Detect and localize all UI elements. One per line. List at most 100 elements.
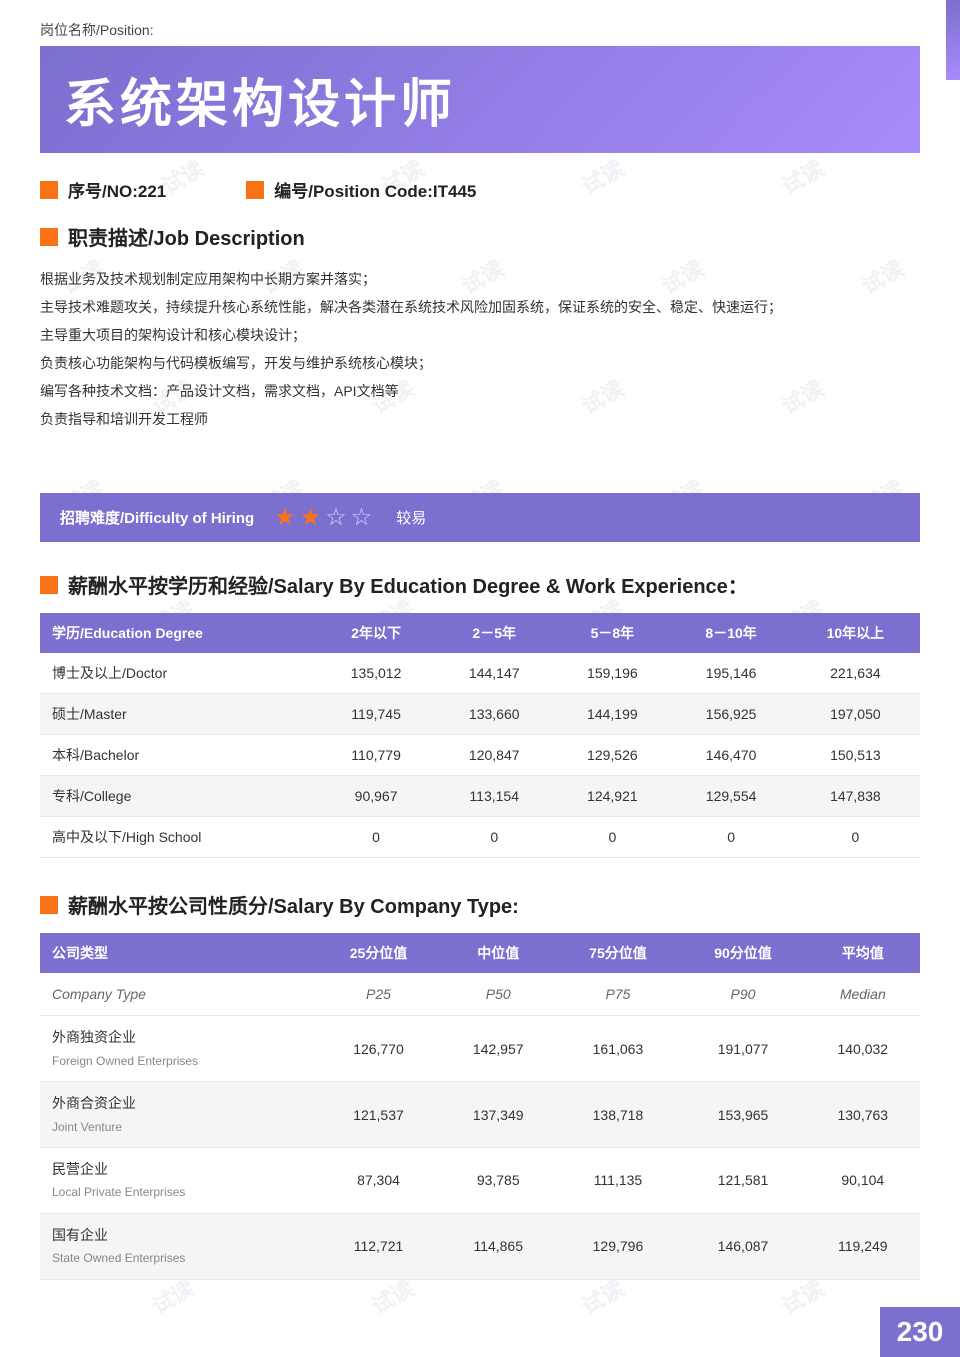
company-p75: 161,063 (555, 1016, 680, 1082)
company-p25: 112,721 (316, 1213, 441, 1279)
salary-y58: 159,196 (553, 653, 671, 694)
company-p50: 142,957 (441, 1016, 555, 1082)
star-filled: ★ (300, 503, 322, 532)
edu-degree: 硕士/Master (40, 694, 317, 735)
company-col-header: 公司类型 (40, 933, 316, 973)
salary-y25: 0 (435, 817, 553, 858)
page-content: 岗位名称/Position: 系统架构设计师 序号/NO:221 编号/Posi… (0, 0, 960, 1352)
job-desc-line: 负责核心功能架构与代码模板编写，开发与维护系统核心模块； (40, 349, 920, 377)
company-median: 130,763 (806, 1082, 920, 1148)
orange-square-company (40, 896, 58, 914)
edu-col-header: 2年以下 (317, 613, 435, 653)
edu-degree: 高中及以下/High School (40, 817, 317, 858)
edu-degree: 本科/Bachelor (40, 735, 317, 776)
company-p90: 146,087 (680, 1213, 805, 1279)
salary-y25: 133,660 (435, 694, 553, 735)
star-empty: ☆ (325, 503, 347, 532)
salary-y2: 0 (317, 817, 435, 858)
job-desc-line: 主导重大项目的架构设计和核心模块设计； (40, 321, 920, 349)
job-desc-line: 根据业务及技术规划制定应用架构中长期方案并落实； (40, 265, 920, 293)
company-col-header: 中位值 (441, 933, 555, 973)
company-subheader: P90 (680, 973, 805, 1016)
table-row: 专科/College 90,967 113,154 124,921 129,55… (40, 776, 920, 817)
orange-square-no (40, 181, 58, 199)
salary-y10p: 147,838 (791, 776, 920, 817)
company-subheader: P50 (441, 973, 555, 1016)
salary-y10p: 150,513 (791, 735, 920, 776)
table-row: 本科/Bachelor 110,779 120,847 129,526 146,… (40, 735, 920, 776)
salary-company-section: 薪酬水平按公司性质分/Salary By Company Type: 公司类型2… (40, 890, 920, 1280)
edu-col-header: 10年以上 (791, 613, 920, 653)
orange-square-desc (40, 228, 58, 246)
company-subheader: Median (806, 973, 920, 1016)
salary-y2: 90,967 (317, 776, 435, 817)
company-p25: 121,537 (316, 1082, 441, 1148)
table-row: 国有企业State Owned Enterprises 112,721 114,… (40, 1213, 920, 1279)
company-subheader: P25 (316, 973, 441, 1016)
star-empty: ☆ (351, 503, 373, 532)
difficulty-bar: 招聘难度/Difficulty of Hiring ★★☆☆ 较易 (40, 493, 920, 542)
table-row: 博士及以上/Doctor 135,012 144,147 159,196 195… (40, 653, 920, 694)
table-row: 硕士/Master 119,745 133,660 144,199 156,92… (40, 694, 920, 735)
job-description: 根据业务及技术规划制定应用架构中长期方案并落实；主导技术难题攻关，持续提升核心系… (40, 265, 920, 433)
difficulty-label: 招聘难度/Difficulty of Hiring (60, 507, 254, 528)
salary-y58: 129,526 (553, 735, 671, 776)
company-p25: 87,304 (316, 1147, 441, 1213)
orange-square-code (246, 181, 264, 199)
salary-y25: 144,147 (435, 653, 553, 694)
salary-y2: 110,779 (317, 735, 435, 776)
salary-company-table: 公司类型25分位值中位值75分位值90分位值平均值Company TypeP25… (40, 933, 920, 1280)
salary-company-header: 薪酬水平按公司性质分/Salary By Company Type: (40, 890, 920, 919)
salary-edu-section: 薪酬水平按学历和经验/Salary By Education Degree & … (40, 570, 920, 858)
position-label: 岗位名称/Position: (40, 20, 920, 40)
star-filled: ★ (274, 503, 296, 532)
job-desc-header: 职责描述/Job Description (40, 222, 920, 251)
job-desc-line: 负责指导和培训开发工程师 (40, 405, 920, 433)
company-p50: 93,785 (441, 1147, 555, 1213)
salary-y810: 146,470 (671, 735, 790, 776)
company-col-header: 25分位值 (316, 933, 441, 973)
salary-y810: 129,554 (671, 776, 790, 817)
table-row: 高中及以下/High School 0 0 0 0 0 (40, 817, 920, 858)
salary-y58: 144,199 (553, 694, 671, 735)
company-p90: 121,581 (680, 1147, 805, 1213)
table-row: 外商合资企业Joint Venture 121,537 137,349 138,… (40, 1082, 920, 1148)
salary-y10p: 197,050 (791, 694, 920, 735)
salary-y58: 124,921 (553, 776, 671, 817)
edu-col-header: 学历/Education Degree (40, 613, 317, 653)
salary-y2: 119,745 (317, 694, 435, 735)
title-banner: 系统架构设计师 (40, 46, 920, 153)
company-p25: 126,770 (316, 1016, 441, 1082)
no-label: 序号/NO:221 (68, 177, 166, 202)
salary-edu-header: 薪酬水平按学历和经验/Salary By Education Degree & … (40, 570, 920, 599)
difficulty-text: 较易 (396, 507, 426, 528)
company-median: 140,032 (806, 1016, 920, 1082)
salary-y10p: 0 (791, 817, 920, 858)
company-type: 国有企业State Owned Enterprises (40, 1213, 316, 1279)
company-median: 90,104 (806, 1147, 920, 1213)
company-p50: 137,349 (441, 1082, 555, 1148)
company-p75: 138,718 (555, 1082, 680, 1148)
table-row: 外商独资企业Foreign Owned Enterprises 126,770 … (40, 1016, 920, 1082)
salary-y25: 120,847 (435, 735, 553, 776)
company-type: 民营企业Local Private Enterprises (40, 1147, 316, 1213)
job-desc-line: 主导技术难题攻关，持续提升核心系统性能，解决各类潜在系统技术风险加固系统，保证系… (40, 293, 920, 321)
company-p90: 191,077 (680, 1016, 805, 1082)
salary-edu-title: 薪酬水平按学历和经验/Salary By Education Degree & … (68, 570, 748, 599)
edu-col-header: 2－5年 (435, 613, 553, 653)
code-item: 编号/Position Code:IT445 (246, 177, 476, 202)
company-type: 外商独资企业Foreign Owned Enterprises (40, 1016, 316, 1082)
job-desc-title: 职责描述/Job Description (68, 222, 305, 251)
no-item: 序号/NO:221 (40, 177, 166, 202)
job-desc-line: 编写各种技术文档：产品设计文档，需求文档，API文档等 (40, 377, 920, 405)
salary-edu-table: 学历/Education Degree2年以下2－5年5－8年8－10年10年以… (40, 613, 920, 858)
info-row: 序号/NO:221 编号/Position Code:IT445 (40, 177, 920, 202)
edu-degree: 博士及以上/Doctor (40, 653, 317, 694)
company-col-header: 75分位值 (555, 933, 680, 973)
table-row: Company TypeP25P50P75P90Median (40, 973, 920, 1016)
company-p50: 114,865 (441, 1213, 555, 1279)
edu-col-header: 5－8年 (553, 613, 671, 653)
stars-container: ★★☆☆ (274, 503, 372, 532)
company-subheader: Company Type (40, 973, 316, 1016)
edu-col-header: 8－10年 (671, 613, 790, 653)
